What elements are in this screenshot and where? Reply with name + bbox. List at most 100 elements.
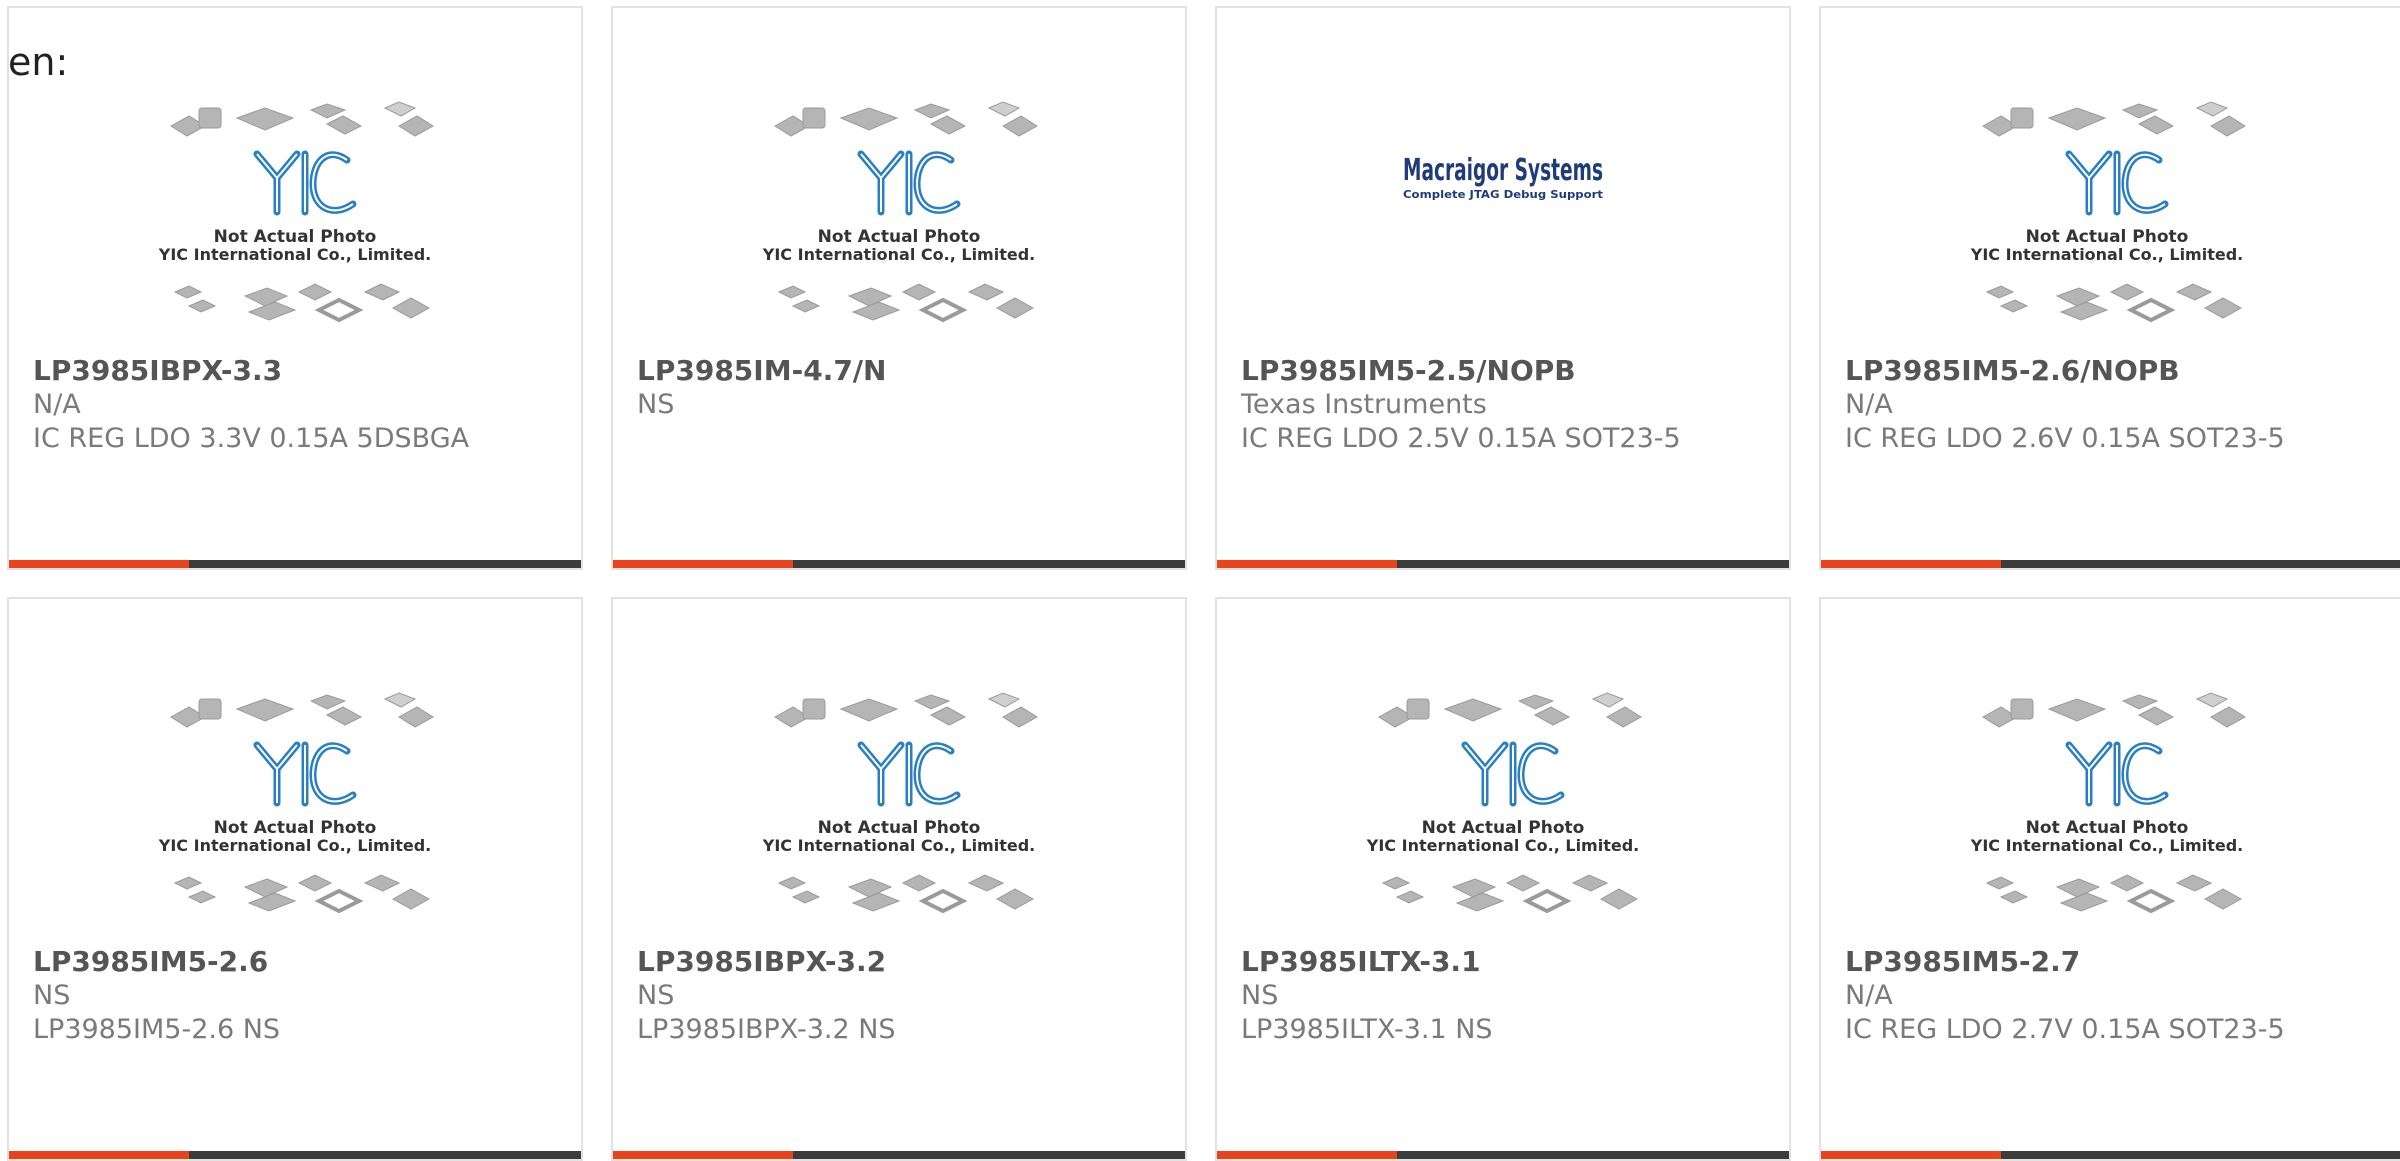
placeholder-line1: Not Actual Photo	[214, 227, 377, 247]
product-description: LP3985ILTX-3.1 NS	[1241, 1014, 1493, 1045]
product-image-graphic: Macraigor SystemsComplete JTAG Debug Sup…	[1403, 153, 1603, 201]
product-description: IC REG LDO 2.7V 0.15A SOT23-5	[1845, 1014, 2285, 1045]
language-label: en:	[8, 40, 69, 84]
placeholder-line1: Not Actual Photo	[2026, 227, 2189, 247]
product-image[interactable]: Macraigor Systems Complete JTAG Debug Sup…	[1217, 96, 1789, 346]
product-card[interactable]: Not Actual Photo YIC International Co., L…	[7, 6, 583, 570]
yic-logo-icon	[253, 150, 357, 216]
product-description: IC REG LDO 2.6V 0.15A SOT23-5	[1845, 423, 2285, 454]
chip-graphic	[777, 283, 1035, 323]
product-part-number[interactable]: LP3985IBPX-3.2	[637, 944, 886, 980]
product-card[interactable]: Not Actual Photo YIC International Co., L…	[611, 597, 1187, 1161]
product-image[interactable]: Not Actual Photo YIC International Co., L…	[1217, 687, 1789, 937]
card-footer-accent	[1217, 560, 1397, 568]
card-footer-bar	[1821, 1151, 2400, 1159]
card-footer-bar	[1821, 560, 2400, 568]
product-image-graphic: Not Actual PhotoYIC International Co., L…	[1970, 692, 2246, 914]
product-part-number[interactable]: LP3985ILTX-3.1	[1241, 944, 1481, 980]
product-image[interactable]: Not Actual Photo YIC International Co., L…	[9, 687, 581, 937]
product-card[interactable]: Not Actual Photo YIC International Co., L…	[7, 597, 583, 1161]
chip-graphic	[1985, 283, 2243, 323]
placeholder-line1: Not Actual Photo	[818, 818, 981, 838]
macraigor-logo-icon: Macraigor SystemsComplete JTAG Debug Sup…	[1403, 153, 1603, 201]
placeholder-line2: YIC International Co., Limited.	[158, 836, 431, 855]
yic-logo-icon	[1461, 741, 1565, 807]
chip-graphic	[1982, 101, 2246, 137]
product-image-graphic: Not Actual PhotoYIC International Co., L…	[1970, 101, 2246, 323]
macraigor-tagline: Complete JTAG Debug Support	[1403, 188, 1603, 201]
product-image[interactable]: Not Actual Photo YIC International Co., L…	[1821, 96, 2393, 346]
yic-logo-icon	[857, 741, 961, 807]
product-image-graphic: Not Actual PhotoYIC International Co., L…	[158, 692, 434, 914]
chip-graphic	[170, 101, 434, 137]
yic-logo-icon	[857, 150, 961, 216]
product-card[interactable]: Not Actual Photo YIC International Co., L…	[611, 6, 1187, 570]
product-card[interactable]: Not Actual Photo YIC International Co., L…	[1819, 597, 2400, 1161]
card-footer-bar	[1217, 560, 1789, 568]
placeholder-line2: YIC International Co., Limited.	[762, 836, 1035, 855]
product-description: IC REG LDO 3.3V 0.15A 5DSBGA	[33, 423, 470, 454]
placeholder-line2: YIC International Co., Limited.	[1366, 836, 1639, 855]
placeholder-line1: Not Actual Photo	[2026, 818, 2189, 838]
chip-graphic	[173, 874, 431, 914]
chip-graphic	[774, 692, 1038, 728]
yic-logo-icon	[2065, 741, 2169, 807]
product-manufacturer: NS	[33, 980, 71, 1011]
chip-graphic	[1381, 874, 1639, 914]
chip-graphic	[1982, 692, 2246, 728]
chip-graphic	[173, 283, 431, 323]
product-manufacturer: N/A	[33, 389, 81, 420]
card-footer-bar	[613, 560, 1185, 568]
placeholder-line1: Not Actual Photo	[214, 818, 377, 838]
product-card[interactable]: Not Actual Photo YIC International Co., L…	[1819, 6, 2400, 570]
product-image[interactable]: Not Actual Photo YIC International Co., L…	[613, 96, 1185, 346]
card-footer-accent	[613, 560, 793, 568]
card-footer-accent	[9, 560, 189, 568]
placeholder-line2: YIC International Co., Limited.	[158, 245, 431, 264]
product-image-graphic: Not Actual PhotoYIC International Co., L…	[1366, 692, 1642, 914]
product-manufacturer: NS	[637, 389, 675, 420]
product-part-number[interactable]: LP3985IM5-2.7	[1845, 944, 2080, 980]
product-card[interactable]: Not Actual Photo YIC International Co., L…	[1215, 597, 1791, 1161]
product-image-graphic: Not Actual PhotoYIC International Co., L…	[762, 101, 1038, 323]
product-image[interactable]: Not Actual Photo YIC International Co., L…	[613, 687, 1185, 937]
product-image[interactable]: Not Actual Photo YIC International Co., L…	[9, 96, 581, 346]
product-image-graphic: Not Actual PhotoYIC International Co., L…	[762, 692, 1038, 914]
yic-logo-icon	[2065, 150, 2169, 216]
placeholder-line2: YIC International Co., Limited.	[1970, 245, 2243, 264]
product-image-graphic: Not Actual PhotoYIC International Co., L…	[158, 101, 434, 323]
product-part-number[interactable]: LP3985IM5-2.6/NOPB	[1845, 353, 2180, 389]
placeholder-line2: YIC International Co., Limited.	[762, 245, 1035, 264]
card-footer-bar	[613, 1151, 1185, 1159]
card-footer-bar	[1217, 1151, 1789, 1159]
product-manufacturer: N/A	[1845, 980, 1893, 1011]
card-footer-bar	[9, 1151, 581, 1159]
placeholder-line1: Not Actual Photo	[1422, 818, 1585, 838]
product-grid-page: en: Not Actual Photo YIC International Co…	[0, 0, 2400, 1161]
card-footer-accent	[1821, 560, 2001, 568]
card-footer-accent	[613, 1151, 793, 1159]
product-description: LP3985IM5-2.6 NS	[33, 1014, 281, 1045]
placeholder-line1: Not Actual Photo	[818, 227, 981, 247]
product-part-number[interactable]: LP3985IM5-2.5/NOPB	[1241, 353, 1576, 389]
chip-graphic	[777, 874, 1035, 914]
product-part-number[interactable]: LP3985IBPX-3.3	[33, 353, 282, 389]
product-card[interactable]: Macraigor Systems Complete JTAG Debug Sup…	[1215, 6, 1791, 570]
product-image[interactable]: Not Actual Photo YIC International Co., L…	[1821, 687, 2393, 937]
product-manufacturer: NS	[637, 980, 675, 1011]
product-manufacturer: NS	[1241, 980, 1279, 1011]
product-part-number[interactable]: LP3985IM5-2.6	[33, 944, 268, 980]
chip-graphic	[170, 692, 434, 728]
product-description: LP3985IBPX-3.2 NS	[637, 1014, 896, 1045]
product-part-number[interactable]: LP3985IM-4.7/N	[637, 353, 886, 389]
yic-logo-icon	[253, 741, 357, 807]
product-manufacturer: Texas Instruments	[1241, 389, 1487, 420]
card-footer-bar	[9, 560, 581, 568]
card-footer-accent	[1217, 1151, 1397, 1159]
chip-graphic	[1985, 874, 2243, 914]
product-description: IC REG LDO 2.5V 0.15A SOT23-5	[1241, 423, 1681, 454]
product-manufacturer: N/A	[1845, 389, 1893, 420]
chip-graphic	[774, 101, 1038, 137]
card-footer-accent	[1821, 1151, 2001, 1159]
card-footer-accent	[9, 1151, 189, 1159]
